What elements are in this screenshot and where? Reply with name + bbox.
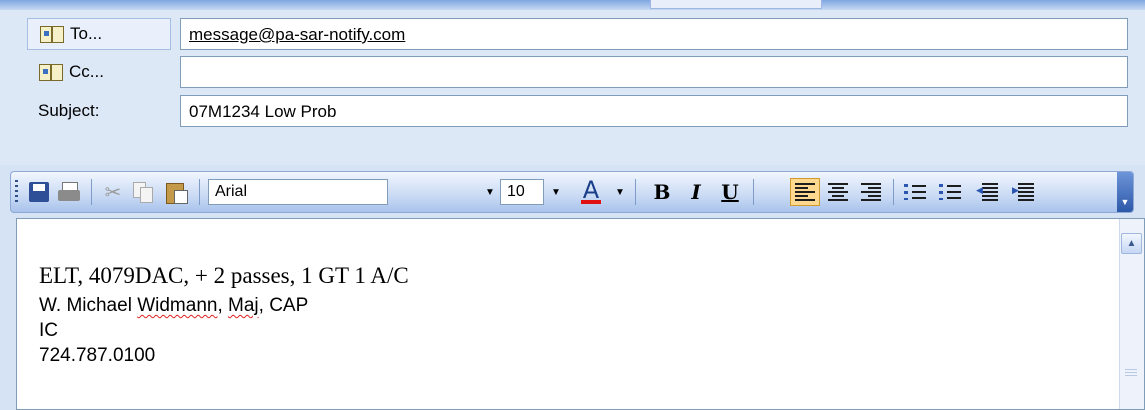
chevron-down-icon: ▼ xyxy=(615,186,625,198)
font-color-dropdown[interactable]: ▼ xyxy=(611,179,629,205)
toolbar-separator xyxy=(635,179,636,205)
toolbar-options-button[interactable]: ▼ xyxy=(1117,172,1133,212)
bold-icon: B xyxy=(653,180,671,204)
message-line-2: W. Michael Widmann, Maj, CAP xyxy=(39,293,409,318)
underline-icon: U xyxy=(721,180,739,204)
font-color-icon: A xyxy=(580,176,602,204)
copy-icon xyxy=(133,182,153,203)
cc-label: Cc... xyxy=(69,62,104,81)
toolbar-grip[interactable] xyxy=(15,180,18,204)
message-body[interactable]: ELT, 4079DAC, + 2 passes, 1 GT 1 A/C W. … xyxy=(16,218,1145,410)
toolbar-options-icon: ▼ xyxy=(1120,197,1130,207)
font-size-combo[interactable]: 10 xyxy=(500,179,544,205)
decrease-indent-button[interactable] xyxy=(972,178,1002,206)
toolbar-separator xyxy=(893,179,894,205)
signature-prefix: W. Michael xyxy=(39,295,138,316)
misspelled-word[interactable]: Widmann xyxy=(137,295,217,316)
to-row: To... message@pa-sar-notify.com xyxy=(0,15,1145,51)
title-tab-slot xyxy=(650,0,822,9)
to-field[interactable]: message@pa-sar-notify.com xyxy=(180,18,1128,50)
numbered-list-button[interactable] xyxy=(900,178,930,206)
font-size-dropdown[interactable]: ▼ xyxy=(547,179,565,205)
print-button[interactable] xyxy=(55,178,85,206)
font-name-combo[interactable]: Arial xyxy=(208,179,388,205)
print-icon xyxy=(58,182,82,202)
message-line-3: IC xyxy=(39,320,58,341)
address-book-icon xyxy=(39,63,63,81)
save-button[interactable] xyxy=(25,178,53,206)
cc-field[interactable] xyxy=(180,56,1128,88)
chevron-down-icon: ▼ xyxy=(485,186,495,198)
subject-row: Subject: 07M1234 Low Prob xyxy=(0,92,1145,128)
cc-row: Cc... xyxy=(0,53,1145,89)
message-header: To... message@pa-sar-notify.com Cc... Su… xyxy=(0,10,1145,165)
numbered-list-icon xyxy=(904,182,926,202)
chevron-down-icon: ▼ xyxy=(551,186,561,198)
align-right-icon xyxy=(861,183,881,201)
cut-icon: ✂ xyxy=(104,181,122,204)
bold-button[interactable]: B xyxy=(647,178,677,206)
misspelled-word[interactable]: Maj xyxy=(228,295,259,316)
align-right-button[interactable] xyxy=(856,178,886,206)
decrease-indent-icon xyxy=(976,182,998,202)
toolbar-separator xyxy=(91,179,92,205)
formatting-toolbar: ✂ Arial ▼ 10 ▼ A ▼ B I U ◀ ▶ ▼ xyxy=(10,171,1134,213)
font-color-button[interactable]: A xyxy=(573,178,609,206)
address-book-icon xyxy=(40,25,64,43)
to-button[interactable]: To... xyxy=(27,18,171,50)
save-icon xyxy=(29,182,49,202)
underline-button[interactable]: U xyxy=(715,178,745,206)
message-line-1: ELT, 4079DAC, + 2 passes, 1 GT 1 A/C xyxy=(39,263,409,288)
cut-button[interactable]: ✂ xyxy=(99,178,127,206)
subject-field[interactable]: 07M1234 Low Prob xyxy=(180,95,1128,127)
align-left-button[interactable] xyxy=(790,178,820,206)
align-left-icon xyxy=(795,183,815,201)
italic-button[interactable]: I xyxy=(681,178,711,206)
toolbar-separator xyxy=(199,179,200,205)
font-name-dropdown[interactable]: ▼ xyxy=(481,179,499,205)
vertical-scrollbar[interactable]: ▲ xyxy=(1119,219,1144,409)
italic-icon: I xyxy=(691,180,701,204)
scroll-up-button[interactable]: ▲ xyxy=(1121,233,1142,254)
message-line-4: 724.787.0100 xyxy=(39,345,156,366)
scroll-grip xyxy=(1125,369,1137,377)
paste-icon xyxy=(166,181,188,204)
subject-label: Subject: xyxy=(38,101,100,120)
bullet-list-button[interactable] xyxy=(935,178,965,206)
toolbar-separator xyxy=(753,179,754,205)
to-label: To... xyxy=(70,24,103,43)
title-band xyxy=(0,0,1145,10)
message-text: ELT, 4079DAC, + 2 passes, 1 GT 1 A/C W. … xyxy=(39,263,409,368)
increase-indent-icon xyxy=(1012,182,1034,202)
copy-button[interactable] xyxy=(129,178,157,206)
signature-separator: , xyxy=(217,295,229,316)
cc-button[interactable]: Cc... xyxy=(27,56,171,88)
bullet-list-icon xyxy=(939,182,961,202)
align-center-button[interactable] xyxy=(823,178,853,206)
increase-indent-button[interactable] xyxy=(1008,178,1038,206)
paste-button[interactable] xyxy=(161,178,193,206)
chevron-up-icon: ▲ xyxy=(1126,238,1137,249)
align-center-icon xyxy=(828,183,848,201)
signature-suffix: , CAP xyxy=(258,295,309,316)
